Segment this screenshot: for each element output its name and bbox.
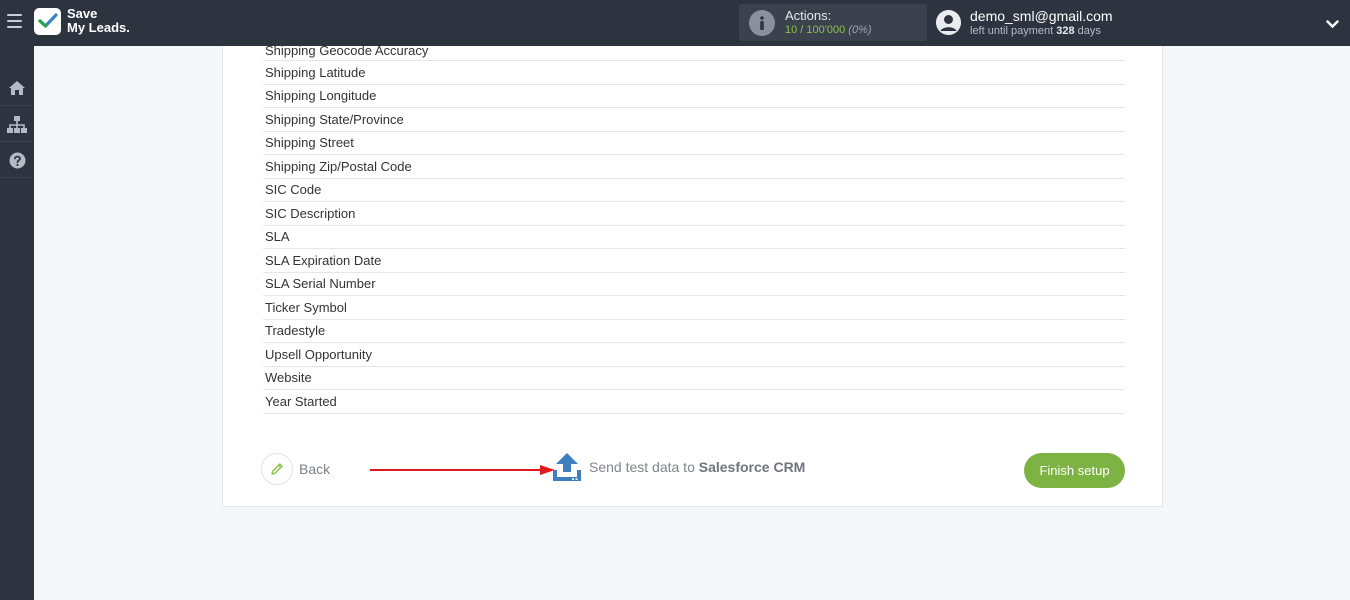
- actions-used: 10 / 100'000: [785, 24, 846, 36]
- field-name: Tradestyle: [265, 323, 326, 339]
- actions-value: 10 / 100'000 (0%): [785, 24, 872, 36]
- list-item[interactable]: Shipping State/Province: [263, 108, 1125, 132]
- field-name: SIC Description: [265, 205, 356, 221]
- top-bar: Save My Leads. Actions: 10 / 100'000 (0%…: [0, 0, 1350, 46]
- actions-label: Actions:: [785, 8, 832, 23]
- sidebar-item-connections[interactable]: [0, 107, 34, 142]
- send-test-data-button[interactable]: Send test data to Salesforce CRM: [551, 451, 805, 483]
- sitemap-icon: [7, 115, 27, 133]
- logo-line-1: Save: [67, 6, 98, 21]
- finish-setup-button[interactable]: Finish setup: [1024, 453, 1125, 488]
- field-name: Ticker Symbol: [265, 299, 347, 315]
- sidebar-item-help[interactable]: [0, 143, 34, 178]
- field-name: Shipping Longitude: [265, 88, 377, 104]
- payment-days-suffix: days: [1077, 25, 1101, 37]
- list-item[interactable]: Shipping Street: [263, 132, 1125, 155]
- check-icon: [34, 7, 61, 35]
- field-name: Shipping Geocode Accuracy: [265, 46, 429, 58]
- field-name: SLA: [265, 229, 290, 245]
- list-item[interactable]: SIC Code: [263, 179, 1125, 202]
- pencil-icon: [261, 453, 293, 485]
- user-icon: [936, 10, 961, 35]
- list-item[interactable]: Website: [263, 367, 1125, 390]
- list-item[interactable]: Year Started: [263, 390, 1125, 414]
- chevron-down-icon[interactable]: [1326, 16, 1339, 34]
- field-name: SIC Code: [265, 182, 322, 198]
- list-item[interactable]: Ticker Symbol: [263, 296, 1125, 320]
- fields-list: Shipping Geocode Accuracy Shipping Latit…: [263, 46, 1125, 414]
- send-prefix: Send test data to: [589, 459, 695, 475]
- setup-panel: Shipping Geocode Accuracy Shipping Latit…: [222, 46, 1163, 507]
- back-label: Back: [299, 461, 331, 477]
- back-button[interactable]: Back: [261, 453, 330, 485]
- list-item[interactable]: Shipping Zip/Postal Code: [263, 155, 1125, 179]
- list-item[interactable]: Shipping Geocode Accuracy: [263, 46, 1125, 61]
- send-target: Salesforce CRM: [698, 459, 806, 475]
- help-icon: [9, 152, 25, 168]
- payment-prefix: left until payment: [970, 25, 1054, 37]
- send-test-label: Send test data to Salesforce CRM: [589, 459, 805, 475]
- menu-icon[interactable]: [7, 14, 22, 30]
- logo-line-2: My Leads.: [67, 20, 130, 35]
- field-name: Shipping Zip/Postal Code: [265, 158, 412, 174]
- field-name: Shipping Latitude: [265, 64, 366, 80]
- home-icon: [9, 81, 25, 95]
- list-item[interactable]: Shipping Longitude: [263, 85, 1125, 108]
- logo-text: Save My Leads.: [67, 7, 130, 35]
- user-email: demo_sml@gmail.com: [970, 8, 1113, 24]
- sidebar: [0, 46, 34, 600]
- upload-icon: [553, 453, 581, 481]
- logo[interactable]: Save My Leads.: [34, 7, 130, 35]
- actions-percent: (0%): [848, 24, 872, 36]
- arrow-annotation: [370, 465, 555, 475]
- field-name: Shipping Street: [265, 135, 354, 151]
- field-name: Website: [265, 370, 312, 386]
- field-name: Upsell Opportunity: [265, 346, 372, 362]
- payment-days: 328: [1056, 25, 1075, 37]
- field-name: SLA Serial Number: [265, 276, 376, 292]
- list-item[interactable]: Shipping Latitude: [263, 61, 1125, 85]
- sidebar-item-home[interactable]: [0, 71, 34, 106]
- list-item[interactable]: Upsell Opportunity: [263, 343, 1125, 367]
- field-name: Shipping State/Province: [265, 111, 404, 127]
- info-icon: [749, 10, 775, 36]
- actions-counter: Actions: 10 / 100'000 (0%): [739, 4, 927, 41]
- field-name: SLA Expiration Date: [265, 252, 382, 268]
- payment-status: left until payment 328 days: [970, 25, 1101, 37]
- list-item[interactable]: SIC Description: [263, 202, 1125, 226]
- list-item[interactable]: SLA Serial Number: [263, 273, 1125, 296]
- list-item[interactable]: Tradestyle: [263, 320, 1125, 343]
- field-name: Year Started: [265, 393, 337, 409]
- list-item[interactable]: SLA: [263, 226, 1125, 249]
- list-item[interactable]: SLA Expiration Date: [263, 249, 1125, 273]
